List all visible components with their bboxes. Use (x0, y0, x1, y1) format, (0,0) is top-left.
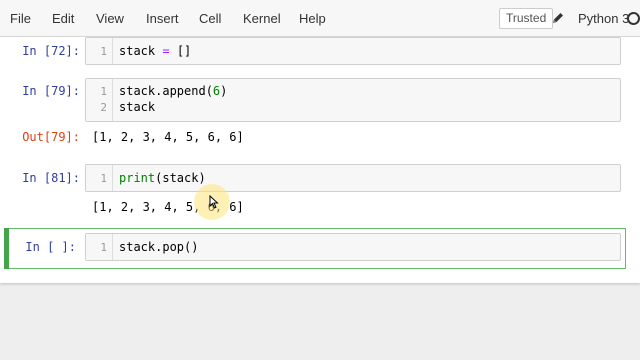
trusted-indicator[interactable]: Trusted (499, 8, 554, 29)
menu-kernel[interactable]: Kernel (243, 11, 281, 26)
kernel-idle-icon (627, 12, 640, 25)
line-number: 1 (100, 45, 107, 58)
menu-cell[interactable]: Cell (199, 11, 221, 26)
mouse-cursor-icon (209, 195, 219, 209)
input-prompt: In [81]: (22, 171, 80, 185)
line-number: 2 (100, 101, 107, 114)
menu-view[interactable]: View (96, 11, 124, 26)
menu-insert[interactable]: Insert (146, 11, 179, 26)
line-number: 1 (100, 172, 107, 185)
input-prompt: In [ ]: (25, 240, 76, 254)
input-prompt: In [72]: (22, 44, 80, 58)
line-gutter: 1 (86, 38, 113, 64)
line-gutter: 1 (86, 165, 113, 191)
code-line[interactable]: print(stack) (119, 171, 206, 185)
code-cell-input[interactable]: 1 print(stack) (85, 164, 621, 192)
line-number: 1 (100, 241, 107, 254)
code-cell-input[interactable]: 1 2 stack.append(6) stack (85, 78, 621, 122)
code-line[interactable]: stack.append(6) (119, 84, 227, 98)
kernel-name[interactable]: Python 3 (578, 11, 629, 26)
pencil-icon[interactable] (551, 11, 565, 25)
line-gutter: 1 (86, 234, 113, 260)
code-line[interactable]: stack (119, 100, 155, 114)
menu-edit[interactable]: Edit (52, 11, 74, 26)
menu-bar: File Edit View Insert Cell Kernel Help T… (0, 0, 640, 37)
menu-help[interactable]: Help (299, 11, 326, 26)
output-prompt: Out[79]: (22, 130, 80, 144)
line-number: 1 (100, 85, 107, 98)
code-line[interactable]: stack = [] (119, 44, 191, 58)
cell-output: [1, 2, 3, 4, 5, 6, 6] (92, 130, 244, 144)
line-gutter: 1 2 (86, 79, 113, 121)
code-cell-input[interactable]: 1 stack.pop() (85, 233, 621, 261)
code-line[interactable]: stack.pop() (119, 240, 198, 254)
input-prompt: In [79]: (22, 84, 80, 98)
code-cell-input[interactable]: 1 stack = [] (85, 37, 621, 65)
menu-file[interactable]: File (10, 11, 31, 26)
